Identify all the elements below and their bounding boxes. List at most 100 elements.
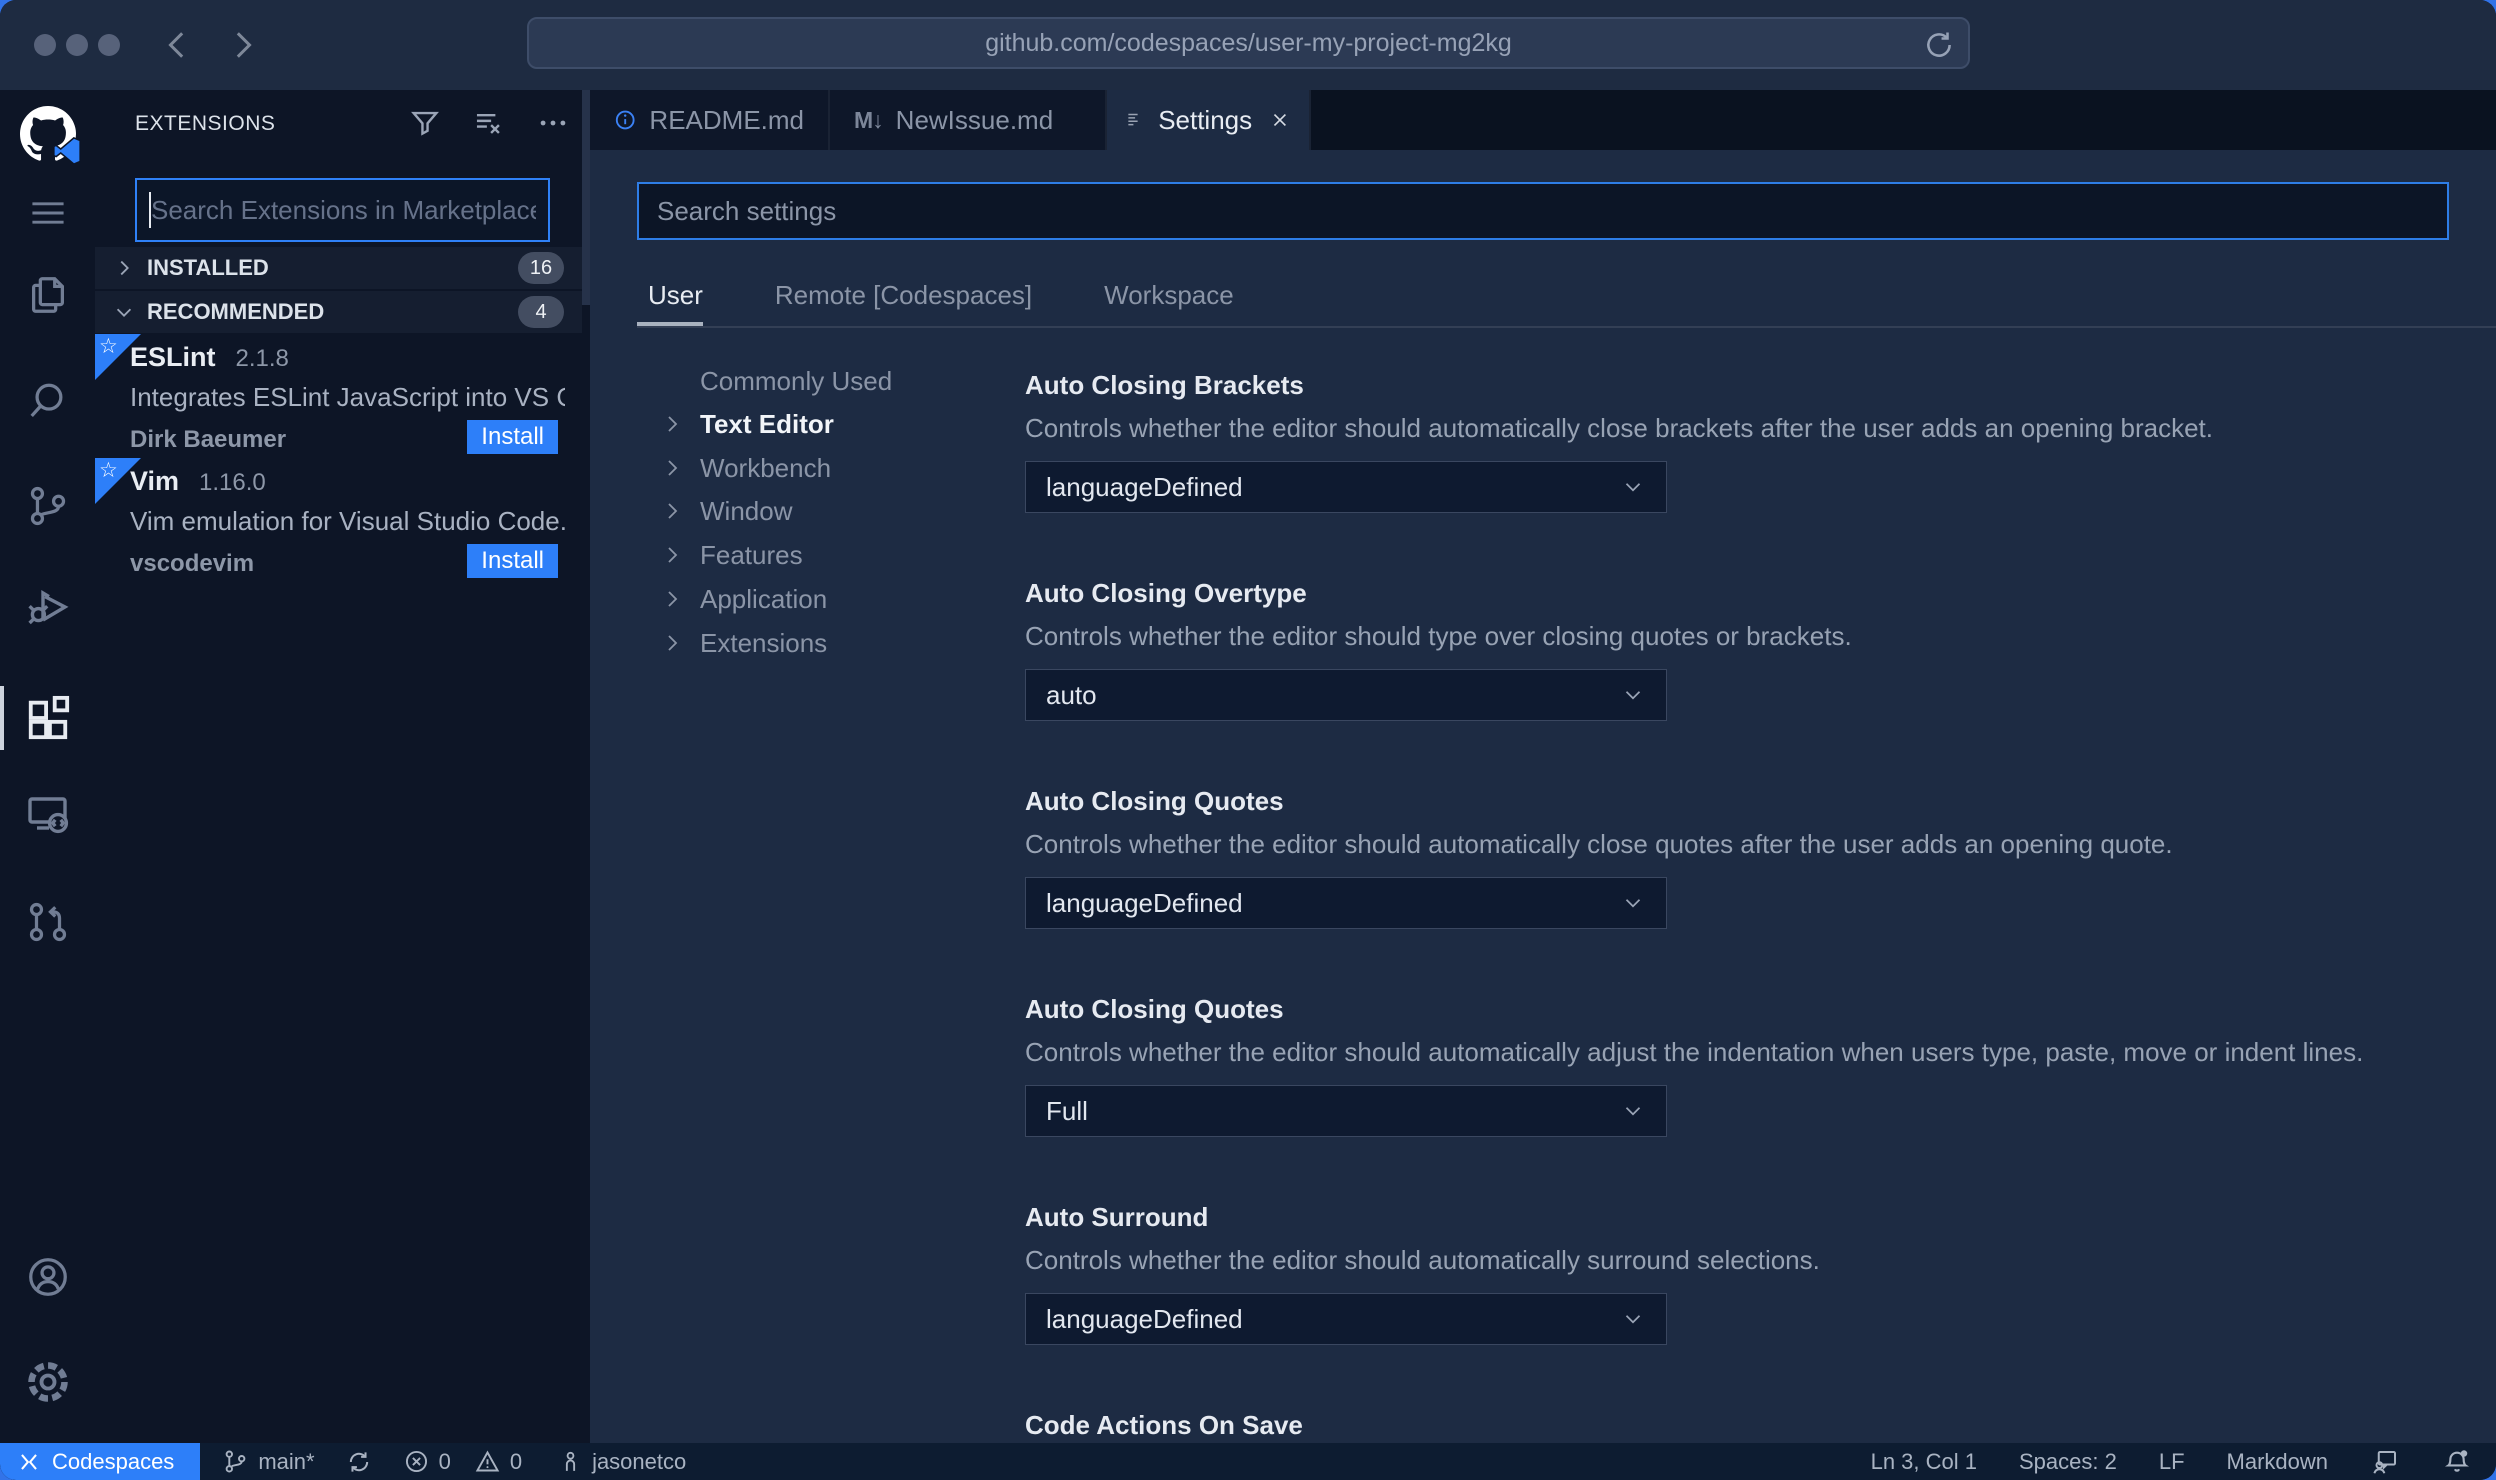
setting-value-select[interactable]: languageDefined [1025,1293,1667,1345]
ellipsis-icon [540,120,566,126]
url-text: github.com/codespaces/user-my-project-mg… [985,28,1512,57]
address-bar[interactable]: github.com/codespaces/user-my-project-mg… [527,17,1970,69]
setting-value: languageDefined [1046,1303,1243,1334]
toc-label: Text Editor [700,408,834,439]
remote-explorer-icon [27,797,68,834]
setting-value-select[interactable]: auto [1025,669,1667,721]
window-controls[interactable] [34,34,120,56]
toc-item-workbench[interactable]: Workbench [648,449,978,487]
bell-icon [2444,1449,2470,1472]
settings-scope-tabs: User Remote [Codespaces] Workspace [648,280,1234,311]
setting-auto-closing-quotes: Auto Closing Quotes Controls whether the… [1025,786,2465,929]
extension-search-box[interactable] [135,178,550,242]
source-control-icon [30,486,65,526]
settings-list-icon [1128,113,1138,126]
sidebar-item-github-pull-requests[interactable] [0,882,95,962]
toc-item-features[interactable]: Features [648,536,978,574]
branch-indicator[interactable]: main* [222,1448,315,1475]
toc-item-commonly-used[interactable]: Commonly Used [648,362,978,400]
setting-description: Controls whether the editor should autom… [1025,413,2214,443]
close-icon[interactable] [1269,107,1291,133]
setting-value: Full [1046,1095,1088,1126]
extension-author: Dirk Baeumer [130,426,287,453]
chevron-down-icon [1625,899,1641,908]
setting-value-select[interactable]: languageDefined [1025,461,1667,513]
tab-newissue[interactable]: M↓ NewIssue.md [830,90,1107,150]
sidebar-item-source-control[interactable] [0,466,95,546]
remote-brackets-icon [21,1453,37,1470]
sidebar-scrollbar[interactable] [582,90,590,305]
reload-button[interactable] [1922,28,1956,62]
user-indicator[interactable]: jasonetco [558,1449,686,1475]
account-icon [28,1258,67,1296]
indentation-indicator[interactable]: Spaces: 2 [2019,1449,2117,1475]
window-close-button[interactable] [34,34,56,56]
clear-list-icon [476,114,500,134]
scope-tab-user[interactable]: User [648,280,703,311]
toc-item-application[interactable]: Application [648,580,978,618]
menu-button[interactable] [0,173,95,253]
tab-label: Settings [1158,104,1253,135]
extension-item-vim[interactable]: ☆ Vim 1.16.0 Vim emulation for Visual St… [95,458,582,582]
cursor-position[interactable]: Ln 3, Col 1 [1871,1449,1977,1475]
sidebar-item-remote-explorer[interactable] [0,775,95,855]
section-installed[interactable]: INSTALLED 16 [95,247,582,289]
section-recommended[interactable]: RECOMMENDED 4 [95,291,582,333]
eol-indicator[interactable]: LF [2159,1449,2185,1475]
tab-settings[interactable]: Settings [1107,90,1311,150]
browser-titlebar: github.com/codespaces/user-my-project-mg… [0,0,2496,90]
window-zoom-button[interactable] [98,34,120,56]
setting-value-select[interactable]: languageDefined [1025,877,1667,929]
settings-search-input[interactable] [657,195,2429,227]
toc-label: Workbench [700,452,832,483]
back-button[interactable] [158,25,198,65]
notifications-button[interactable] [2442,1447,2472,1477]
gear-icon [27,1362,68,1402]
warning-count: 0 [509,1448,523,1474]
sidebar-item-explorer[interactable] [0,255,95,335]
account-button[interactable] [0,1237,95,1317]
setting-auto-closing-overtype: Auto Closing Overtype Controls whether t… [1025,578,2465,721]
toc-label: Features [700,539,803,570]
toc-item-text-editor[interactable]: Text Editor [648,405,978,443]
github-codespaces-logo[interactable] [0,94,95,174]
chevron-right-icon [668,460,678,476]
chevron-down-icon [116,308,132,317]
extension-name: ESLint [130,342,216,372]
scope-tab-remote[interactable]: Remote [Codespaces] [775,280,1032,311]
codespaces-remote-button[interactable]: Codespaces [0,1443,201,1480]
sidebar-item-search[interactable] [0,361,95,441]
extension-search-input[interactable] [151,194,536,226]
extension-item-eslint[interactable]: ☆ ESLint 2.1.8 Integrates ESLint JavaScr… [95,334,582,458]
filter-extensions-button[interactable] [406,104,444,142]
install-button[interactable]: Install [467,420,558,454]
setting-value-select[interactable]: Full [1025,1085,1667,1137]
window-minimize-button[interactable] [66,34,88,56]
problems-indicator[interactable]: 0 0 [403,1448,523,1475]
main-area: EXTENSIONS INSTALLED 16 [0,90,2496,1443]
sync-icon [349,1451,368,1472]
toc-item-window[interactable]: Window [648,492,978,530]
scope-tab-workspace[interactable]: Workspace [1104,280,1234,311]
sidebar-item-run-debug[interactable] [0,567,95,647]
settings-search-box[interactable] [637,182,2449,240]
toc-item-extensions[interactable]: Extensions [648,624,978,662]
setting-value: languageDefined [1046,471,1243,502]
install-button[interactable]: Install [467,544,558,578]
forward-button[interactable] [222,25,262,65]
sync-button[interactable] [345,1448,373,1476]
settings-editor: User Remote [Codespaces] Workspace Commo… [590,150,2496,1443]
more-actions-button[interactable] [534,104,572,142]
clear-extension-search-button[interactable] [470,104,508,142]
manage-settings-button[interactable] [0,1342,95,1422]
language-mode[interactable]: Markdown [2227,1449,2328,1475]
person-icon [565,1451,576,1471]
section-label: RECOMMENDED [147,299,325,324]
feedback-button[interactable] [2370,1447,2400,1477]
extension-description: Vim emulation for Visual Studio Code... [130,506,565,536]
tab-readme[interactable]: README.md [590,90,830,150]
setting-code-actions-on-save: Code Actions On Save [1025,1410,2465,1441]
sidebar-item-extensions[interactable] [0,678,95,758]
tab-label: README.md [649,104,804,135]
chevron-down-icon [1625,691,1641,700]
